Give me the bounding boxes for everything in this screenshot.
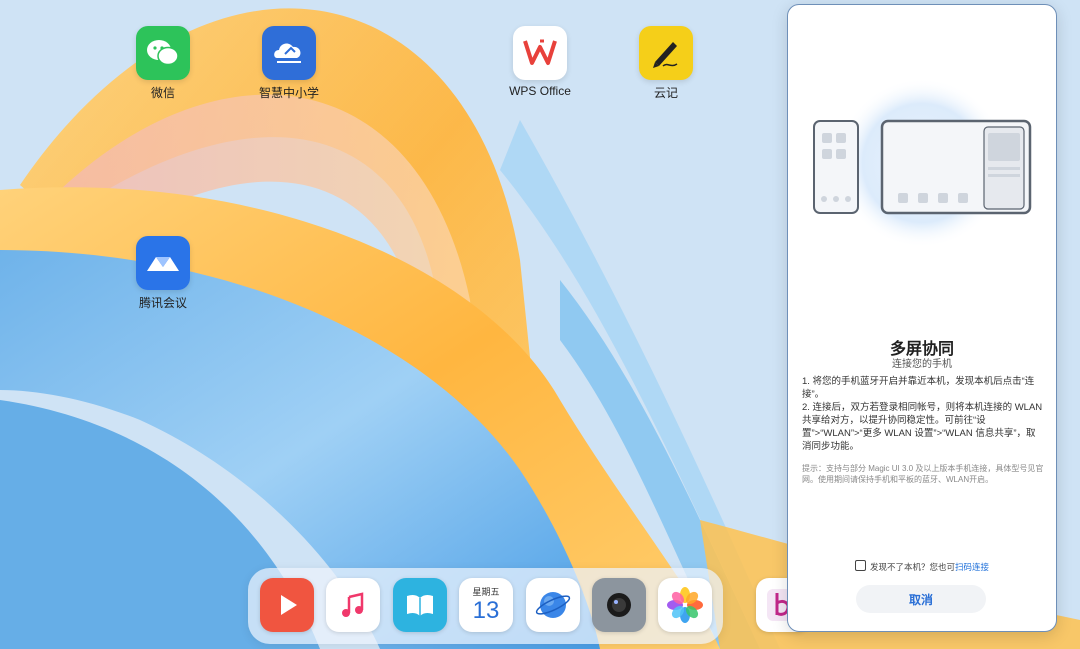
camera-icon[interactable] (592, 578, 646, 632)
panel-subtitle: 连接您的手机 (892, 359, 952, 370)
not-found-row: 发现不了本机？您也可扫码连接 (788, 560, 1056, 573)
cloud-note-icon (639, 26, 693, 80)
gallery-icon[interactable] (658, 578, 712, 632)
multi-screen-panel: 多屏协同 连接您的手机 1. 将您的手机蓝牙开启并靠近本机，发现本机后点击“连接… (787, 4, 1057, 632)
cancel-button[interactable]: 取消 (856, 585, 986, 613)
app-label: WPS Office (509, 84, 571, 98)
calendar-day: 13 (472, 596, 500, 624)
smart-school-icon (262, 26, 316, 80)
app-label: 云记 (653, 86, 678, 100)
scan-icon (854, 560, 866, 571)
app-tencent-meeting[interactable]: 腾讯会议 (108, 236, 218, 311)
browser-icon[interactable] (526, 578, 580, 632)
calendar-weekday: 星期五 (472, 586, 500, 597)
compatibility-hint: 提示：支持与部分 Magic UI 3.0 及以上版本手机连接，具体型号见官网。… (802, 464, 1044, 484)
instruction-step-2: 2. 连接后，双方若登录相同帐号，则将本机连接的 WLAN 共享给对方，以提升协… (802, 402, 1043, 452)
devices-illustration (813, 78, 1032, 248)
app-wechat[interactable]: 微信 (108, 26, 218, 101)
wechat-icon (136, 26, 190, 80)
app-wps-office[interactable]: WPS Office (485, 26, 595, 98)
instruction-step-1: 1. 将您的手机蓝牙开启并靠近本机，发现本机后点击“连接”。 (802, 376, 1035, 400)
tencent-meeting-icon (136, 236, 190, 290)
app-smart-school[interactable]: 智慧中小学 (234, 26, 344, 101)
video-player-icon[interactable] (260, 578, 314, 632)
app-label: 智慧中小学 (258, 86, 319, 100)
scan-connect-link[interactable]: 扫码连接 (955, 562, 989, 572)
calendar-icon[interactable]: 星期五 13 (459, 578, 513, 632)
app-label: 腾讯会议 (138, 296, 187, 310)
app-cloud-note[interactable]: 云记 (611, 26, 721, 101)
music-icon[interactable] (326, 578, 380, 632)
app-label: 微信 (150, 86, 175, 100)
not-found-text: 发现不了本机？您也可 (869, 562, 955, 572)
wps-icon (513, 26, 567, 80)
books-icon[interactable] (393, 578, 447, 632)
